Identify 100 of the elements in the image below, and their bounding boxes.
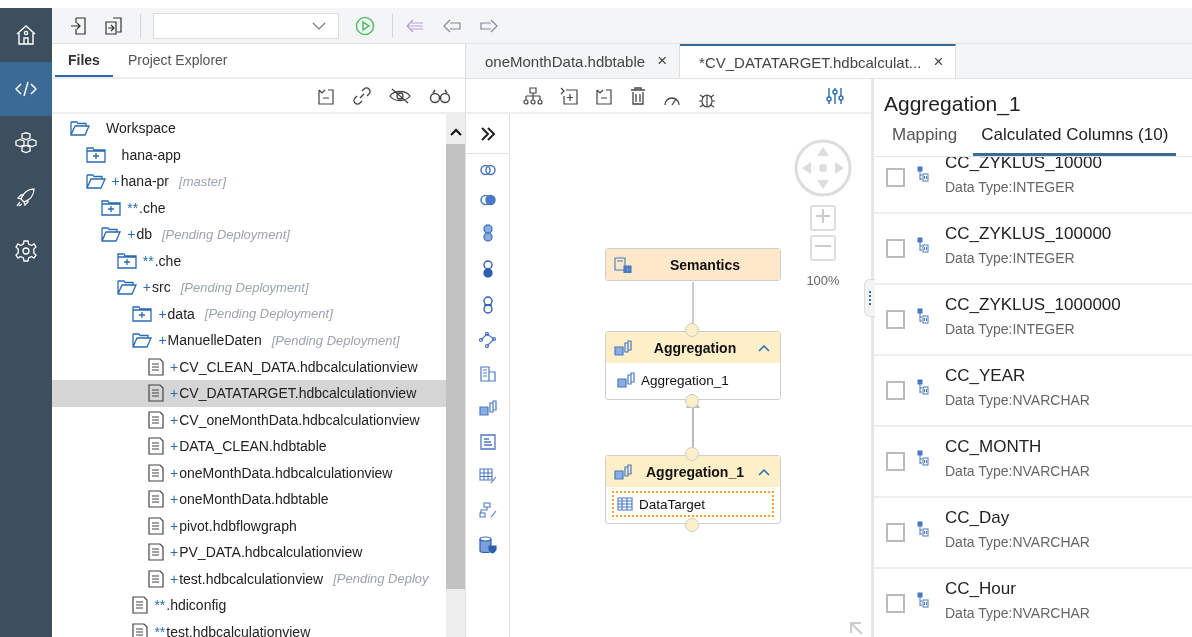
item-status: [Pending Deploy	[333, 571, 429, 587]
node-title: Semantics	[668, 256, 741, 273]
item-name: pivot.hdbflowgraph	[179, 517, 297, 534]
node-title: Aggregation	[652, 339, 738, 356]
calculated-column-icon	[917, 237, 929, 253]
column-name: CC_Hour	[945, 578, 1017, 599]
left-arrow-icon[interactable]	[442, 17, 462, 34]
tree-item[interactable]: +oneMonthData.hdbcalculationview	[52, 459, 446, 486]
column-name: CC_ZYKLUS_1000000	[945, 294, 1121, 315]
tree-item[interactable]: +data [Pending Deployment]	[52, 300, 446, 327]
panel-tab[interactable]: Files	[55, 44, 113, 77]
tree-item[interactable]: +hana-pr [master]	[52, 168, 446, 195]
git-marker: **	[142, 252, 154, 269]
minus-icon	[815, 245, 831, 247]
union-icon[interactable]	[479, 164, 496, 176]
link-icon[interactable]	[353, 86, 371, 105]
settings-icon	[15, 240, 37, 262]
tree-item[interactable]: +db [Pending Deployment]	[52, 221, 446, 248]
stacked-circles-icon[interactable]	[481, 260, 494, 278]
file-icon	[132, 622, 149, 637]
tree-item[interactable]: +CV_oneMonthData.hdbcalculationview	[52, 406, 446, 433]
panel-tab[interactable]: Project Explorer	[114, 44, 241, 77]
calculated-column-icon	[917, 308, 929, 324]
checkbox[interactable]	[886, 523, 905, 542]
delete-icon[interactable]	[630, 86, 646, 105]
zoom-level: 100%	[806, 273, 840, 288]
sliders-icon[interactable]	[826, 86, 844, 105]
collapse-chevron-icon[interactable]	[758, 343, 770, 352]
scrollbar[interactable]	[446, 114, 465, 637]
table-function-icon[interactable]	[478, 468, 497, 484]
item-name: CV_CLEAN_DATA.hdbcalculationview	[179, 358, 418, 375]
diagram-node[interactable]: Aggregation_1 DataTarget	[605, 455, 781, 524]
tree-item[interactable]: **.che	[52, 247, 446, 274]
checkbox[interactable]	[886, 310, 905, 329]
collapse-icon[interactable]	[595, 86, 613, 105]
splitter-handle[interactable]	[864, 279, 875, 317]
column-name: CC_ZYKLUS_100000	[945, 223, 1112, 244]
collapse-chevron-icon[interactable]	[758, 467, 770, 476]
tree-item[interactable]: +test.hdbcalculationview [Pending Deploy	[52, 565, 446, 592]
node-input[interactable]: DataTarget	[612, 491, 774, 517]
tree-item[interactable]: +src [Pending Deployment]	[52, 274, 446, 301]
tree-item[interactable]: +CV_DATATARGET.hdbcalculationview	[52, 380, 446, 407]
right-arrow-icon[interactable]	[479, 17, 499, 34]
properties-tab[interactable]: Calculated Columns (10)	[973, 117, 1177, 156]
binoculars-icon[interactable]	[429, 87, 451, 104]
item-name: test.hdbcalculationview	[179, 570, 324, 587]
hierarchy-icon[interactable]	[523, 86, 543, 105]
stacked-circles-icon[interactable]	[481, 224, 494, 242]
tab-label[interactable]: oneMonthData.hdbtable	[485, 52, 646, 70]
aggregation-icon[interactable]	[478, 400, 497, 416]
tree-item[interactable]: +pivot.hdbflowgraph	[52, 512, 446, 539]
tree-item[interactable]: +CV_CLEAN_DATA.hdbcalculationview	[52, 353, 446, 380]
diagram-node[interactable]: Semantics	[605, 248, 781, 281]
bug-icon[interactable]	[698, 91, 716, 108]
scroll-up-icon[interactable]	[449, 128, 462, 136]
close-button[interactable]: ×	[933, 52, 944, 72]
tree-item[interactable]: +PV_DATA.hdbcalculationview	[52, 539, 446, 566]
tree-item[interactable]: **.hdiconfig	[52, 592, 446, 619]
hide-icon[interactable]	[389, 86, 411, 105]
sidebar-button[interactable]	[0, 62, 52, 116]
checkbox[interactable]	[886, 239, 905, 258]
graph-icon[interactable]	[478, 332, 497, 348]
tree-item[interactable]: +oneMonthData.hdbtable	[52, 486, 446, 513]
import-icon[interactable]	[70, 16, 88, 35]
stacked-circles-icon[interactable]	[481, 296, 494, 314]
tree-item[interactable]: **.che	[52, 194, 446, 221]
join-icon[interactable]	[479, 194, 496, 206]
documents-icon[interactable]	[479, 366, 496, 382]
hierarchy-function-icon[interactable]	[478, 502, 497, 518]
node-input[interactable]: Aggregation_1	[612, 367, 774, 393]
collapse-icon[interactable]	[317, 86, 335, 105]
tab-label[interactable]: *CV_DATATARGET.hdbcalculat...	[699, 53, 922, 71]
add-icon[interactable]	[560, 86, 578, 105]
export-icon[interactable]	[105, 16, 123, 35]
checkbox[interactable]	[886, 452, 905, 471]
editor-tab[interactable]: *CV_DATATARGET.hdbcalculat... ×	[680, 44, 957, 78]
item-name: .che	[154, 252, 182, 269]
column-type: Data Type:NVARCHAR	[945, 604, 1090, 621]
checkbox[interactable]	[886, 168, 905, 187]
calculated-column-icon	[917, 166, 929, 182]
text-document-icon[interactable]	[479, 434, 496, 450]
checkbox[interactable]	[886, 381, 905, 400]
tree-item[interactable]: hana-app	[52, 141, 446, 168]
file-icon	[132, 596, 149, 615]
file-icon	[148, 437, 164, 456]
checkbox[interactable]	[886, 594, 905, 613]
diagram-node[interactable]: Aggregation Aggregation_1	[605, 331, 781, 400]
item-name: CV_DATATARGET.hdbcalculationview	[179, 385, 417, 402]
dropdown-field[interactable]	[153, 12, 339, 39]
git-marker: +	[170, 358, 179, 375]
item-name: .che	[139, 199, 166, 216]
tree-item[interactable]: **test.hdbcalculationview	[52, 618, 446, 637]
item-status: [Pending Deployment]	[271, 332, 400, 348]
item-name: CV_oneMonthData.hdbcalculationview	[179, 411, 420, 428]
tree-item[interactable]: +ManuelleDaten [Pending Deployment]	[52, 327, 446, 354]
tree-item[interactable]: +DATA_CLEAN.hdbtable	[52, 433, 446, 460]
database-shield-icon[interactable]	[478, 536, 497, 554]
close-button[interactable]: ×	[657, 51, 668, 71]
properties-tab[interactable]: Mapping	[884, 117, 966, 156]
tree-item[interactable]: Workspace	[52, 115, 446, 142]
